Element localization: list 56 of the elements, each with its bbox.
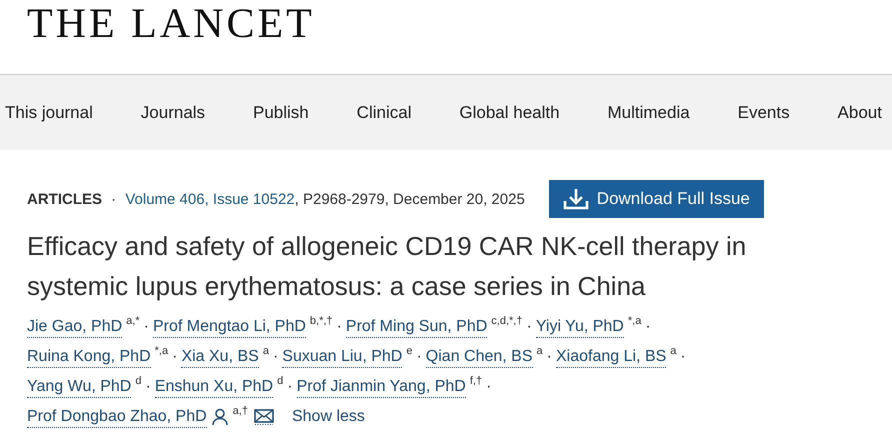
affiliation-marks: b,*,†	[310, 316, 333, 327]
article-type: ARTICLES	[27, 190, 102, 208]
affiliation-marks: f,†	[470, 376, 482, 387]
mail-icon[interactable]	[254, 409, 274, 425]
separator-dot: ·	[645, 317, 651, 337]
affiliation-marks: a	[536, 346, 543, 357]
nav-link[interactable]: Clinical	[356, 102, 412, 122]
affiliation-marks: d	[277, 376, 284, 387]
affiliation-marks: e	[406, 346, 412, 357]
separator-dot: ·	[416, 347, 422, 367]
separator-dot: ·	[172, 347, 178, 367]
show-less-link[interactable]: Show less	[292, 402, 365, 432]
nav-link[interactable]: Global health	[459, 102, 560, 122]
journal-logo[interactable]: THE LANCET	[27, 3, 315, 45]
separator-dot: ·	[111, 190, 116, 208]
nav-link[interactable]: This journal	[5, 102, 93, 122]
affiliation-marks: d	[135, 376, 142, 387]
separator-dot: ·	[272, 347, 278, 367]
author-link[interactable]: Enshun Xu, PhD	[154, 377, 274, 398]
affiliation-marks: c,d,*,†	[491, 316, 522, 327]
separator-dot: ·	[336, 317, 342, 337]
separator-dot: ·	[546, 347, 552, 367]
nav-link[interactable]: Events	[738, 102, 790, 122]
affiliation-marks: a,*	[126, 316, 140, 327]
affiliation-marks: a,†	[232, 406, 248, 417]
author-link[interactable]: Yiyi Yu, PhD	[536, 317, 624, 338]
separator-dot: ·	[486, 377, 492, 397]
author-link[interactable]: Ruina Kong, PhD	[27, 347, 151, 368]
author-link[interactable]: Xia Xu, BS	[181, 347, 259, 368]
nav-link[interactable]: About	[838, 102, 882, 122]
nav-link[interactable]: Journals	[140, 102, 206, 122]
download-button[interactable]: Download Full Issue	[548, 180, 764, 218]
author-link[interactable]: Prof Jianmin Yang, PhD	[296, 377, 466, 398]
separator-dot: ·	[287, 377, 293, 397]
author-link[interactable]: Prof Dongbao Zhao, PhD	[27, 407, 207, 428]
nav-link[interactable]: Publish	[252, 102, 309, 122]
separator-dot: ·	[145, 377, 151, 397]
separator-dot: ·	[680, 347, 686, 367]
affiliation-marks: a	[670, 346, 676, 357]
author-link[interactable]: Prof Ming Sun, PhD	[346, 317, 488, 338]
author-link[interactable]: Yang Wu, PhD	[27, 377, 132, 398]
issue-link[interactable]: Volume 406, Issue 10522	[125, 190, 295, 208]
author-link[interactable]: Xiaofang Li, BS	[556, 347, 666, 368]
author-link[interactable]: Suxuan Liu, PhD	[282, 347, 402, 368]
article-title: Efficacy and safety of allogeneic CD19 CAR NK-cell therapy in systemic lupus erythematosus: a case series in China	[27, 230, 748, 303]
affiliation-marks: *,a	[628, 316, 642, 327]
author-link[interactable]: Jie Gao, PhD	[27, 317, 122, 338]
affiliation-marks: *,a	[154, 346, 168, 357]
pages-date: , P2968-2979, December 20, 2025	[294, 190, 525, 208]
author-link[interactable]: Qian Chen, BS	[426, 347, 533, 368]
author-link[interactable]: Prof Mengtao Li, PhD	[152, 317, 306, 338]
separator-dot: ·	[144, 317, 149, 337]
download-icon	[562, 188, 589, 210]
affiliation-marks: a	[262, 346, 269, 357]
nav-link[interactable]: Multimedia	[608, 102, 690, 122]
separator-dot: ·	[526, 317, 532, 337]
